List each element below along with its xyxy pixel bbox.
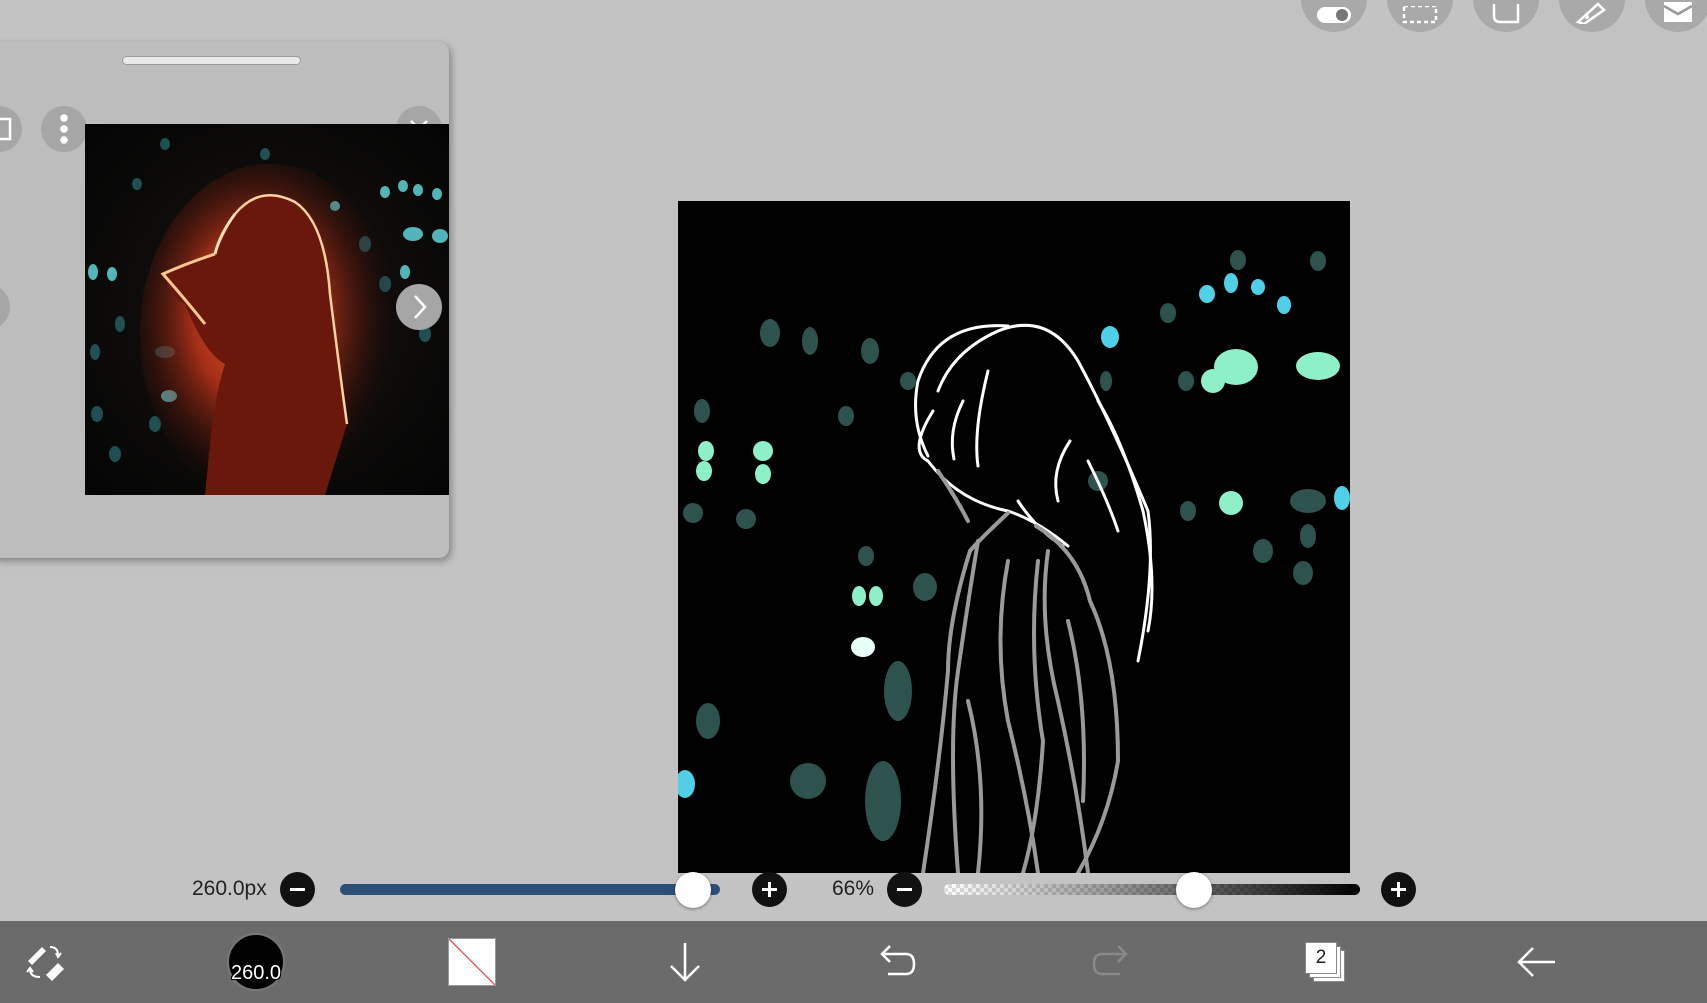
bokeh-lights-cyan: [678, 273, 1350, 798]
layer-count: 2: [1315, 947, 1327, 968]
bokeh-lights-dim: [683, 250, 1326, 841]
prev-arrow-icon[interactable]: [0, 284, 10, 330]
drawing-canvas[interactable]: [678, 201, 1350, 873]
opacity-label: 66%: [832, 877, 875, 900]
filter-icon[interactable]: [1645, 0, 1707, 32]
brush-preview[interactable]: 260.0: [225, 921, 287, 1003]
brush-size-slider[interactable]: [340, 884, 720, 895]
redo-icon[interactable]: [1086, 921, 1136, 1003]
opacity-increase-button[interactable]: [1381, 872, 1416, 907]
shape-icon[interactable]: [1473, 0, 1539, 32]
opacity-decrease-button[interactable]: [887, 872, 922, 907]
ruler-icon[interactable]: [1559, 0, 1625, 32]
brush-size-increase-button[interactable]: [752, 872, 787, 907]
brush-size-decrease-button[interactable]: [280, 872, 315, 907]
layer-icon[interactable]: [0, 106, 22, 152]
bokeh-light-bright: [851, 637, 875, 657]
download-icon[interactable]: [660, 921, 710, 1003]
sketch-body: [921, 469, 1121, 873]
brush-size-slider-handle[interactable]: [675, 872, 712, 908]
bottom-toolbar: 260.0 2: [0, 921, 1707, 1003]
bokeh-lights-mint: [696, 349, 1340, 606]
selection-icon[interactable]: [1387, 0, 1453, 32]
opacity-slider-handle[interactable]: [1175, 872, 1212, 908]
toggle-icon[interactable]: [1301, 0, 1367, 32]
layers-icon[interactable]: 2: [1300, 921, 1350, 1003]
color-swatch[interactable]: [444, 921, 500, 1003]
next-arrow-icon[interactable]: [396, 284, 442, 330]
brush-size-label: 260.0px: [192, 877, 267, 900]
top-toolbar: [1301, 0, 1707, 32]
reference-image: [85, 124, 449, 495]
drag-handle[interactable]: [122, 56, 301, 65]
more-vertical-icon[interactable]: [41, 106, 87, 152]
undo-icon[interactable]: [872, 921, 922, 1003]
opacity-slider[interactable]: [944, 884, 1360, 895]
reference-window[interactable]: [0, 42, 449, 558]
brush-eraser-swap-icon[interactable]: [14, 921, 76, 1003]
back-icon[interactable]: [1512, 921, 1562, 1003]
brush-size-value: 260.0: [230, 962, 282, 984]
